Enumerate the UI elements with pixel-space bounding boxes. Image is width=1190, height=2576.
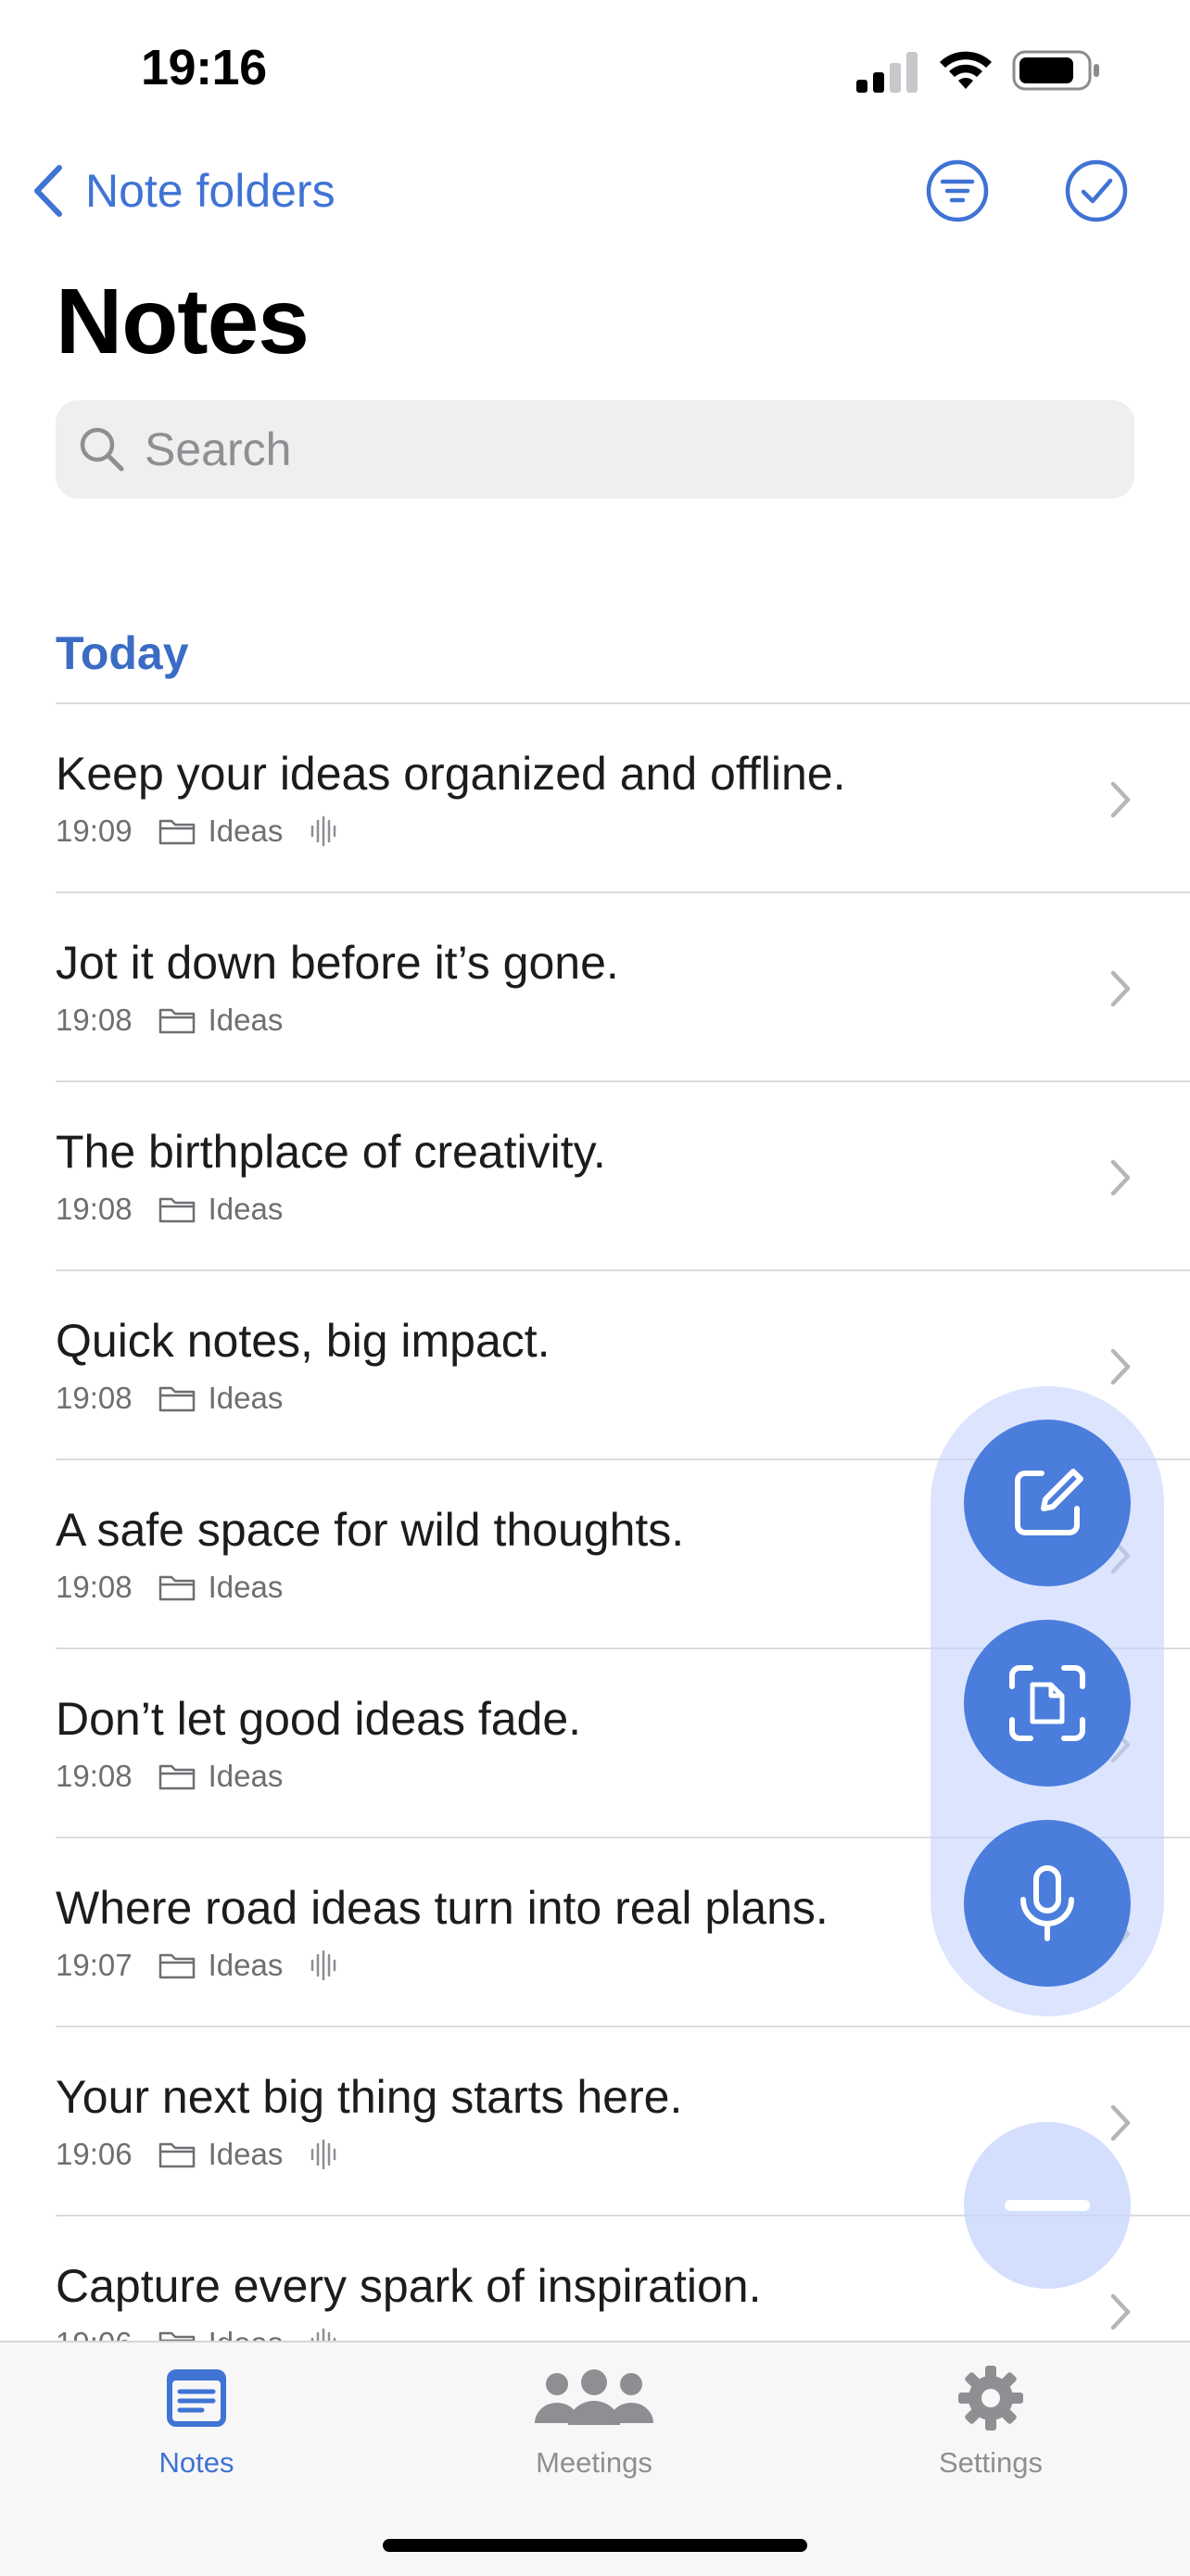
note-meta: 19:07 Ideas	[56, 1948, 340, 1983]
people-icon	[535, 2369, 653, 2425]
note-row[interactable]: The birthplace of creativity. 19:08 Ideas	[56, 1080, 1190, 1269]
note-title: The birthplace of creativity.	[56, 1126, 606, 1178]
note-folder-name: Ideas	[208, 2137, 284, 2171]
note-folder-name: Ideas	[208, 1192, 284, 1226]
note-row[interactable]: Keep your ideas organized and offline. 19…	[56, 702, 1190, 891]
note-title: A safe space for wild thoughts.	[56, 1504, 685, 1556]
note-meta: 19:08 Ideas	[56, 1003, 283, 1038]
folder-icon	[158, 1386, 195, 1412]
note-time: 19:08	[56, 1003, 133, 1037]
note-title: Quick notes, big impact.	[56, 1315, 551, 1367]
note-meta: 19:08 Ideas	[56, 1759, 283, 1794]
search-icon	[80, 427, 124, 472]
collapse-menu-button[interactable]	[964, 2122, 1131, 2289]
note-title: Capture every spark of inspiration.	[56, 2260, 762, 2312]
section-header-today: Today	[56, 627, 189, 679]
checkmark-circle-icon	[1065, 159, 1128, 222]
folder-icon	[158, 1764, 195, 1790]
note-title: Where road ideas turn into real plans.	[56, 1882, 829, 1934]
tab-notes[interactable]: Notes	[76, 2361, 317, 2509]
audio-waveform-icon	[311, 1950, 336, 1981]
new-note-button[interactable]	[964, 1420, 1131, 1586]
select-button[interactable]	[1063, 158, 1130, 224]
audio-waveform-icon	[311, 2139, 336, 2170]
note-time: 19:08	[56, 1381, 133, 1415]
folder-icon	[158, 1575, 195, 1601]
status-time: 19:16	[141, 40, 267, 95]
tab-settings[interactable]: Settings	[870, 2361, 1111, 2509]
note-meta: 19:08 Ideas	[56, 1570, 283, 1605]
chevron-right-icon	[1110, 2104, 1131, 2141]
note-title: Don’t let good ideas fade.	[56, 1693, 582, 1745]
chevron-left-icon	[34, 165, 62, 217]
cellular-signal-icon	[856, 52, 918, 93]
folder-icon	[158, 1197, 195, 1223]
note-folder-name: Ideas	[208, 1948, 284, 1982]
note-time: 19:08	[56, 1570, 133, 1604]
wifi-icon	[940, 51, 992, 89]
note-time: 19:08	[56, 1759, 133, 1793]
minus-icon	[1005, 2200, 1090, 2211]
chevron-right-icon	[1110, 1348, 1131, 1385]
tab-meetings[interactable]: Meetings	[474, 2361, 715, 2509]
microphone-icon	[1020, 1865, 1074, 1941]
scan-document-button[interactable]	[964, 1620, 1131, 1787]
note-time: 19:06	[56, 2137, 133, 2171]
chevron-right-icon	[1110, 970, 1131, 1007]
note-title: Your next big thing starts here.	[56, 2071, 683, 2123]
folder-icon	[158, 1008, 195, 1034]
tab-notes-label: Notes	[158, 2446, 234, 2479]
note-folder-name: Ideas	[208, 1570, 284, 1604]
filter-icon	[926, 159, 989, 222]
search-input[interactable]	[143, 422, 1073, 477]
note-time: 19:07	[56, 1948, 133, 1982]
note-meta: 19:08 Ideas	[56, 1192, 283, 1227]
chevron-right-icon	[1110, 781, 1131, 818]
note-folder-name: Ideas	[208, 814, 284, 848]
note-icon	[167, 2369, 226, 2427]
note-meta: 19:06 Ideas	[56, 2137, 340, 2172]
note-meta: 19:09 Ideas	[56, 814, 340, 849]
tab-settings-label: Settings	[938, 2446, 1043, 2479]
note-folder-name: Ideas	[208, 1759, 284, 1793]
back-label: Note folders	[85, 165, 335, 217]
chevron-right-icon	[1110, 2293, 1131, 2330]
folder-icon	[158, 2142, 195, 2168]
note-time: 19:08	[56, 1192, 133, 1226]
page-title: Notes	[56, 270, 310, 373]
note-title: Jot it down before it’s gone.	[56, 937, 619, 989]
chevron-right-icon	[1110, 1159, 1131, 1196]
compose-icon	[1015, 1469, 1083, 1535]
filter-button[interactable]	[924, 158, 991, 224]
gear-icon	[958, 2366, 1023, 2431]
folder-icon	[158, 819, 195, 845]
note-row[interactable]: Jot it down before it’s gone. 19:08 Ideas	[56, 891, 1190, 1080]
document-scan-icon	[1009, 1665, 1085, 1741]
audio-waveform-icon	[311, 815, 336, 847]
back-to-note-folders-button[interactable]: Note folders	[32, 158, 335, 224]
note-time: 19:09	[56, 814, 133, 848]
note-title: Keep your ideas organized and offline.	[56, 748, 846, 800]
note-folder-name: Ideas	[208, 1003, 284, 1037]
record-voice-note-button[interactable]	[964, 1820, 1131, 1987]
home-indicator	[383, 2539, 807, 2552]
folder-icon	[158, 1953, 195, 1979]
tab-meetings-label: Meetings	[536, 2446, 652, 2479]
battery-icon	[1012, 50, 1099, 91]
status-bar: 19:16	[0, 0, 1190, 130]
note-folder-name: Ideas	[208, 1381, 284, 1415]
search-bar[interactable]	[56, 400, 1134, 499]
note-meta: 19:08 Ideas	[56, 1381, 283, 1416]
